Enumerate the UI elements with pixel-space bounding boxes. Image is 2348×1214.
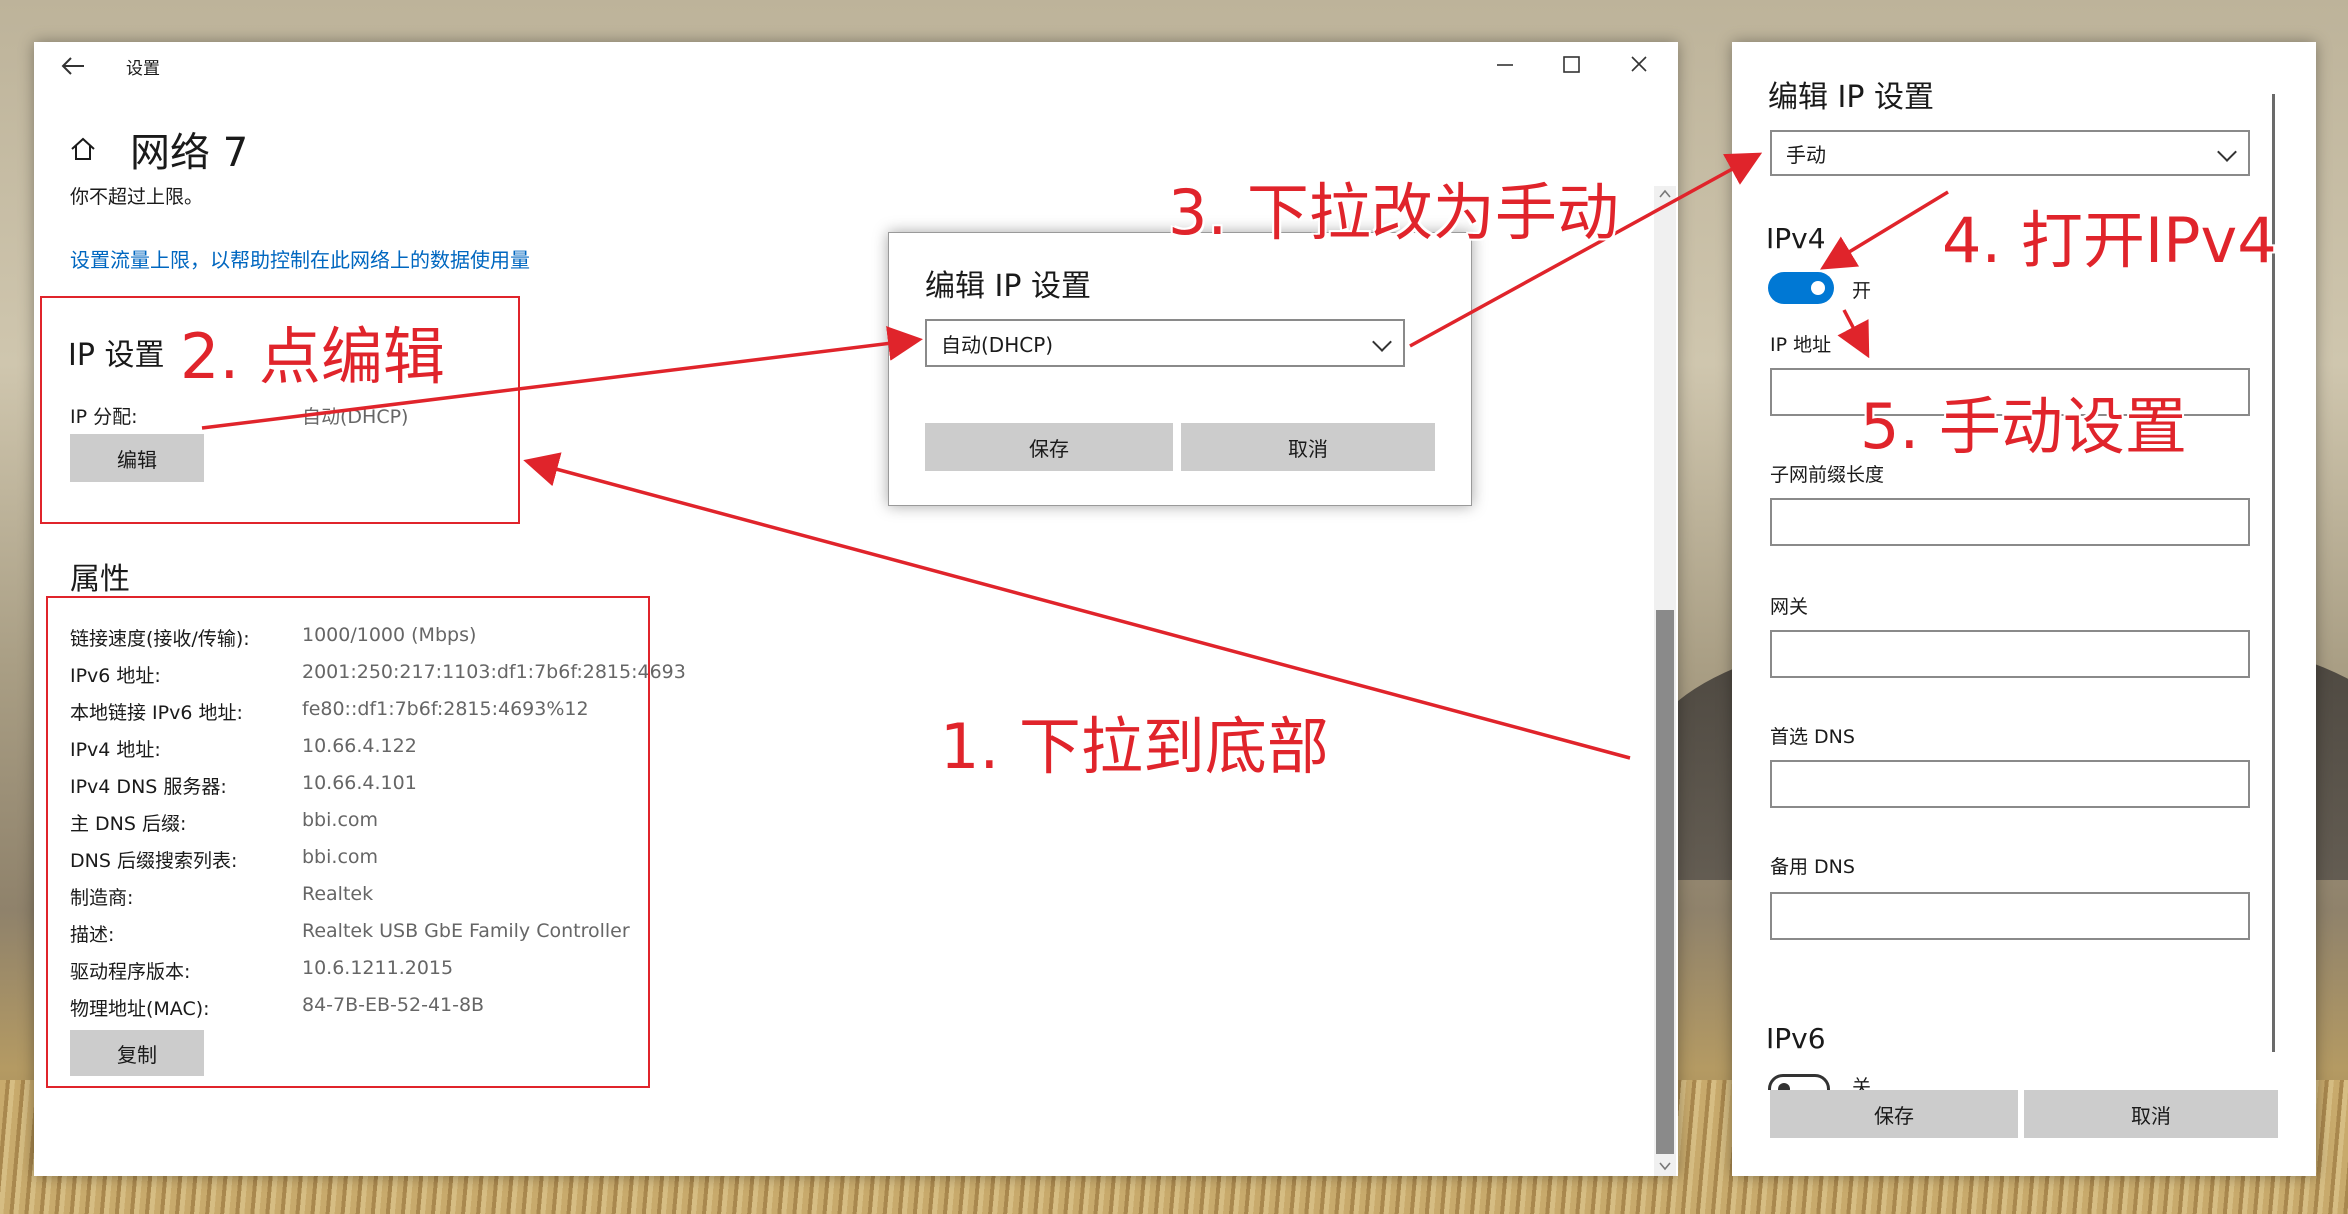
annotation-step2: 2. 点编辑 (180, 320, 445, 393)
arrow-step5 (1837, 309, 1870, 359)
annotation-step1: 1. 下拉到底部 (940, 710, 1329, 783)
arrow-step4 (1820, 190, 1949, 270)
annotation-step4: 4. 打开IPv4 (1942, 204, 2277, 277)
annotation-step3: 3. 下拉改为手动 (1168, 176, 1619, 249)
annotation-step5: 5. 手动设置 (1860, 390, 2187, 463)
